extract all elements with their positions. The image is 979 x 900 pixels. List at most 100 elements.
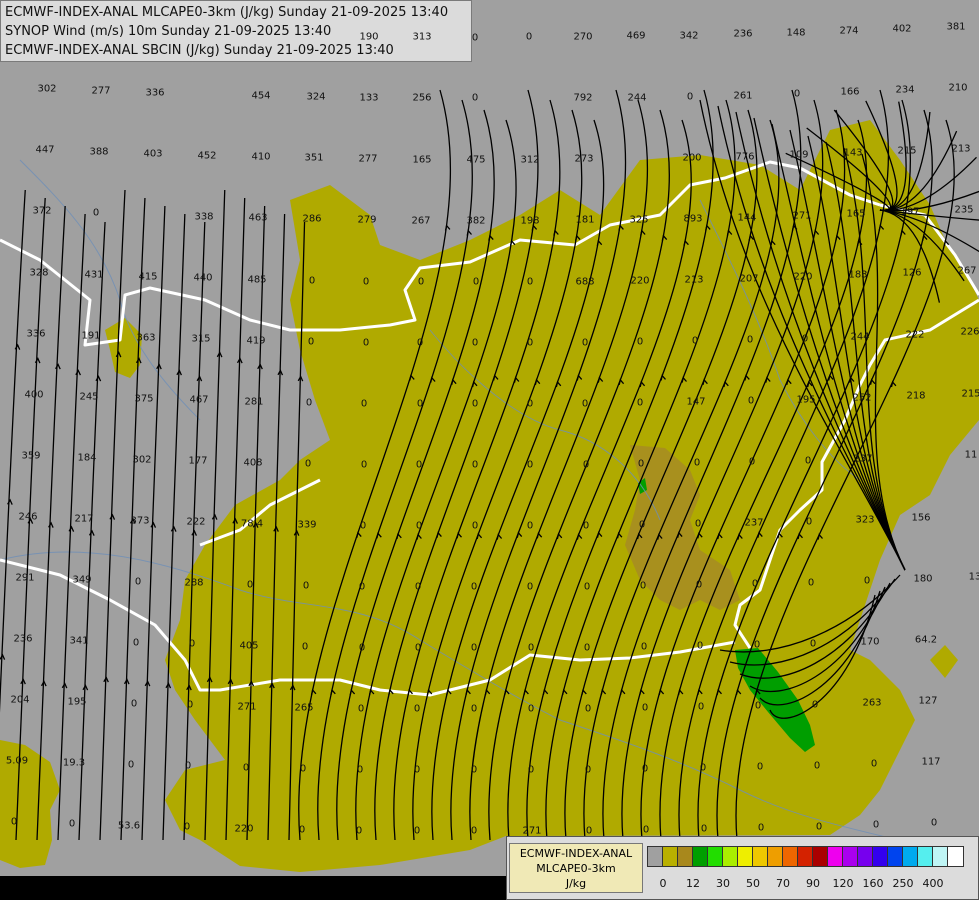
cin-value: 0 <box>305 397 313 409</box>
cin-value: 195 <box>796 394 816 406</box>
cin-value: 342 <box>679 30 699 42</box>
cin-value: 0 <box>68 818 76 830</box>
cin-value: 207 <box>739 273 759 285</box>
cin-value: 0 <box>362 337 370 349</box>
legend-swatch <box>783 847 798 866</box>
cin-value: 0 <box>641 763 649 775</box>
cin-value: 191 <box>81 330 101 342</box>
cin-value: 215 <box>961 388 979 400</box>
cin-value: 688 <box>575 276 595 288</box>
cin-value: 271 <box>792 210 812 222</box>
legend-swatch <box>663 847 678 866</box>
cin-value: 0 <box>527 703 535 715</box>
cin-value: 213 <box>951 143 971 155</box>
cin-value: 0 <box>416 337 424 349</box>
cin-value: 0 <box>471 337 479 349</box>
cin-value: 419 <box>246 335 266 347</box>
cin-value: 0 <box>355 825 363 837</box>
cin-value: 0 <box>471 459 479 471</box>
cin-value: 0 <box>308 275 316 287</box>
cin-value: 0 <box>362 276 370 288</box>
legend-unit: J/kg <box>565 877 587 890</box>
legend-swatch <box>918 847 933 866</box>
cin-value: 165 <box>412 154 432 166</box>
cin-value: 0 <box>642 824 650 836</box>
cin-value: 410 <box>251 151 271 163</box>
cin-value: 281 <box>244 396 264 408</box>
cin-value: 792 <box>573 92 593 104</box>
cin-value: 0 <box>246 579 254 591</box>
cin-value: 165 <box>846 208 866 220</box>
cin-value: 236 <box>733 28 753 40</box>
cin-value: 0 <box>526 459 534 471</box>
legend-swatch <box>678 847 693 866</box>
cin-value: 0 <box>525 31 533 43</box>
cin-value: 485 <box>247 274 267 286</box>
cin-value: 220 <box>234 823 254 835</box>
cin-value: 0 <box>585 825 593 837</box>
cin-value: 0 <box>700 823 708 835</box>
legend-swatch <box>933 847 948 866</box>
cin-value: 144 <box>737 212 757 224</box>
cin-value: 0 <box>697 701 705 713</box>
cin-value: 339 <box>297 519 317 531</box>
cin-value: 0 <box>748 456 756 468</box>
cin-value: 375 <box>134 393 154 405</box>
legend-swatch <box>708 847 723 866</box>
cin-value: 447 <box>35 144 55 156</box>
cin-value: 0 <box>470 642 478 654</box>
cin-value: 351 <box>304 152 324 164</box>
cin-value: 0 <box>413 825 421 837</box>
cin-value: 0 <box>359 520 367 532</box>
cin-value: 323 <box>855 514 875 526</box>
cin-value: 19.3 <box>62 757 86 769</box>
cin-value: 0 <box>130 698 138 710</box>
cin-value: 0 <box>413 764 421 776</box>
cin-value: 363 <box>136 332 156 344</box>
cin-value: 440 <box>193 272 213 284</box>
cin-value: 463 <box>248 212 268 224</box>
cin-value: 234 <box>895 84 915 96</box>
cin-value: 0 <box>526 276 534 288</box>
legend-swatch <box>723 847 738 866</box>
cin-value: 405 <box>239 640 259 652</box>
cin-value: 0 <box>183 821 191 833</box>
cin-value: 336 <box>145 87 165 99</box>
cin-value: 237 <box>744 517 764 529</box>
cin-value: 0 <box>583 581 591 593</box>
cin-value: 0 <box>470 764 478 776</box>
legend-tick: 120 <box>832 877 854 890</box>
cin-value: 267 <box>957 265 977 277</box>
cin-value: 222 <box>186 516 206 528</box>
cin-value: 0 <box>584 764 592 776</box>
cin-value: 0 <box>638 519 646 531</box>
cin-value: 302 <box>37 83 57 95</box>
cin-value: 177 <box>188 455 208 467</box>
cin-value: 382 <box>466 215 486 227</box>
cin-value: 126 <box>902 267 922 279</box>
cin-value: 0 <box>132 637 140 649</box>
cin-value: 0 <box>753 639 761 651</box>
cin-value: 133 <box>359 92 379 104</box>
cin-value: 0 <box>417 276 425 288</box>
cin-value: 170 <box>860 636 880 648</box>
cin-value: 220 <box>630 275 650 287</box>
cin-value: 190 <box>359 31 379 43</box>
cin-value: 0 <box>302 580 310 592</box>
cin-value: 143 <box>843 147 863 159</box>
cin-value: 0 <box>471 398 479 410</box>
cin-value: 263 <box>862 697 882 709</box>
cin-value: 0 <box>299 763 307 775</box>
cin-value: 0 <box>696 640 704 652</box>
legend-tick: 70 <box>776 877 790 890</box>
cin-value: 454 <box>251 90 271 102</box>
cin-value: 312 <box>520 154 540 166</box>
cin-value: 0 <box>298 824 306 836</box>
cin-value: 288 <box>184 577 204 589</box>
legend-label-box: ECMWF-INDEX-ANAL MLCAPE0-3km J/kg <box>509 843 643 893</box>
cin-value: 0 <box>636 336 644 348</box>
cin-value: 0 <box>694 518 702 530</box>
cin-value: 5.09 <box>5 755 29 767</box>
cin-value: 148 <box>786 27 806 39</box>
cin-value: 0 <box>360 459 368 471</box>
